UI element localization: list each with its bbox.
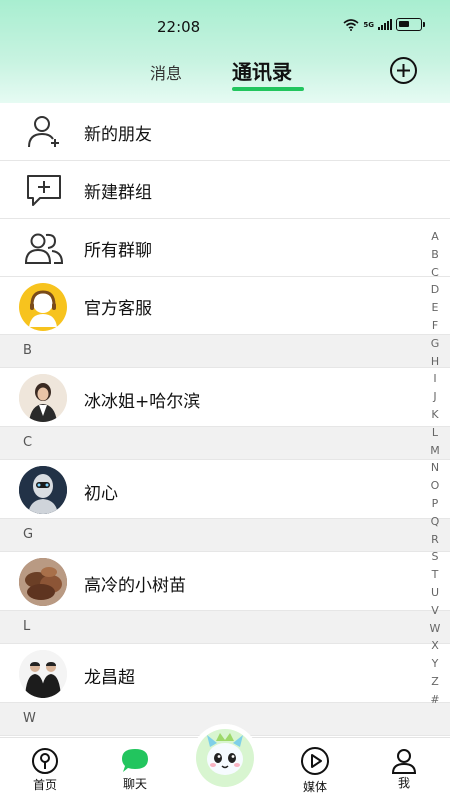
add-friend-icon: [20, 112, 68, 152]
nav-media[interactable]: 媒体: [275, 738, 355, 800]
header: 22:08 5G 消息 通讯录: [0, 0, 450, 103]
index-letter[interactable]: Q: [428, 513, 442, 531]
action-label: 新建群组: [84, 183, 152, 203]
index-letter[interactable]: U: [428, 584, 442, 602]
contact-avatar: [19, 374, 67, 422]
chat-icon: [120, 746, 150, 776]
nav-home[interactable]: 首页: [5, 738, 85, 800]
nav-label: 聊天: [122, 777, 147, 791]
action-all-groups[interactable]: 所有群聊: [0, 219, 450, 277]
mascot-button[interactable]: [196, 729, 254, 787]
new-group-icon: [20, 170, 68, 210]
section-header: G: [0, 519, 450, 552]
index-letter[interactable]: #: [428, 691, 442, 709]
index-letter[interactable]: S: [428, 548, 442, 566]
action-label: 新的朋友: [84, 125, 152, 145]
battery-icon: [396, 18, 425, 31]
index-letter[interactable]: P: [428, 495, 442, 513]
contact-row[interactable]: 初心: [0, 460, 450, 519]
top-tabs: 消息 通讯录: [0, 56, 450, 92]
action-label: 官方客服: [84, 299, 152, 319]
index-letter[interactable]: O: [428, 477, 442, 495]
home-icon: [30, 746, 60, 776]
index-letter[interactable]: H: [428, 353, 442, 371]
contact-row[interactable]: 高冷的小树苗: [0, 552, 450, 611]
play-icon: [300, 746, 330, 776]
status-time: 22:08: [157, 18, 201, 36]
contact-name: 高冷的小树苗: [84, 576, 186, 596]
index-letter[interactable]: G: [428, 335, 442, 353]
nav-chat[interactable]: 聊天: [95, 738, 175, 800]
contact-avatar: [19, 466, 67, 514]
plus-circle-icon: [397, 64, 410, 77]
tab-active-indicator: [232, 87, 304, 91]
section-header: C: [0, 427, 450, 460]
mascot-icon: [207, 733, 243, 775]
index-letter[interactable]: C: [428, 264, 442, 282]
contact-row[interactable]: 冰冰姐+哈尔滨: [0, 368, 450, 427]
tab-messages[interactable]: 消息: [150, 60, 182, 84]
index-letter[interactable]: L: [428, 424, 442, 442]
customer-service-avatar: [19, 283, 67, 331]
action-customer-service[interactable]: 官方客服: [0, 277, 450, 335]
action-new-group[interactable]: 新建群组: [0, 161, 450, 219]
wifi-icon: [343, 18, 359, 31]
contact-avatar: [19, 558, 67, 606]
contact-name: 冰冰姐+哈尔滨: [84, 392, 201, 412]
network-type: 5G: [363, 20, 374, 29]
action-label: 所有群聊: [84, 241, 152, 261]
index-letter[interactable]: B: [428, 246, 442, 264]
section-letter: L: [23, 619, 31, 634]
status-icons: 5G: [343, 18, 425, 31]
section-letter: C: [23, 435, 33, 450]
index-letter[interactable]: A: [428, 228, 442, 246]
contact-name: 初心: [84, 484, 118, 504]
battery-level: [399, 21, 410, 27]
index-letter[interactable]: X: [428, 637, 442, 655]
index-letter[interactable]: E: [428, 299, 442, 317]
profile-icon: [389, 746, 419, 776]
index-letter[interactable]: K: [428, 406, 442, 424]
add-button[interactable]: [390, 57, 417, 84]
section-letter: G: [23, 527, 34, 542]
signal-icon: [378, 19, 392, 30]
section-letter: B: [23, 343, 32, 358]
index-letter[interactable]: M: [428, 442, 442, 460]
index-letter[interactable]: W: [428, 620, 442, 638]
index-letter[interactable]: V: [428, 602, 442, 620]
contacts-list: 新的朋友 新建群组 所有群聊 官方客服 B 冰冰姐+哈尔滨 C 初心 G 高冷的…: [0, 103, 450, 736]
nav-label: 我: [397, 776, 410, 790]
groups-icon: [20, 228, 68, 268]
contact-row[interactable]: 龙昌超: [0, 644, 450, 703]
section-header: B: [0, 335, 450, 368]
section-letter: W: [23, 711, 36, 726]
index-letter[interactable]: N: [428, 459, 442, 477]
index-letter[interactable]: T: [428, 566, 442, 584]
contact-name: 龙昌超: [84, 668, 135, 688]
index-letter[interactable]: D: [428, 281, 442, 299]
nav-label: 首页: [32, 778, 57, 792]
contact-avatar: [19, 650, 67, 698]
index-letter[interactable]: Z: [428, 673, 442, 691]
tab-contacts[interactable]: 通讯录: [232, 56, 292, 85]
index-letter[interactable]: R: [428, 531, 442, 549]
alphabet-index[interactable]: A B C D E F G H I J K L M N O P Q R S T U V W X Y Z #: [428, 228, 442, 709]
index-letter[interactable]: I: [428, 370, 442, 388]
section-header: L: [0, 611, 450, 644]
index-letter[interactable]: J: [428, 388, 442, 406]
nav-me[interactable]: 我: [364, 738, 444, 800]
action-new-friends[interactable]: 新的朋友: [0, 103, 450, 161]
index-letter[interactable]: Y: [428, 655, 442, 673]
index-letter[interactable]: F: [428, 317, 442, 335]
nav-label: 媒体: [302, 780, 327, 794]
status-bar: 22:08 5G: [0, 16, 450, 38]
